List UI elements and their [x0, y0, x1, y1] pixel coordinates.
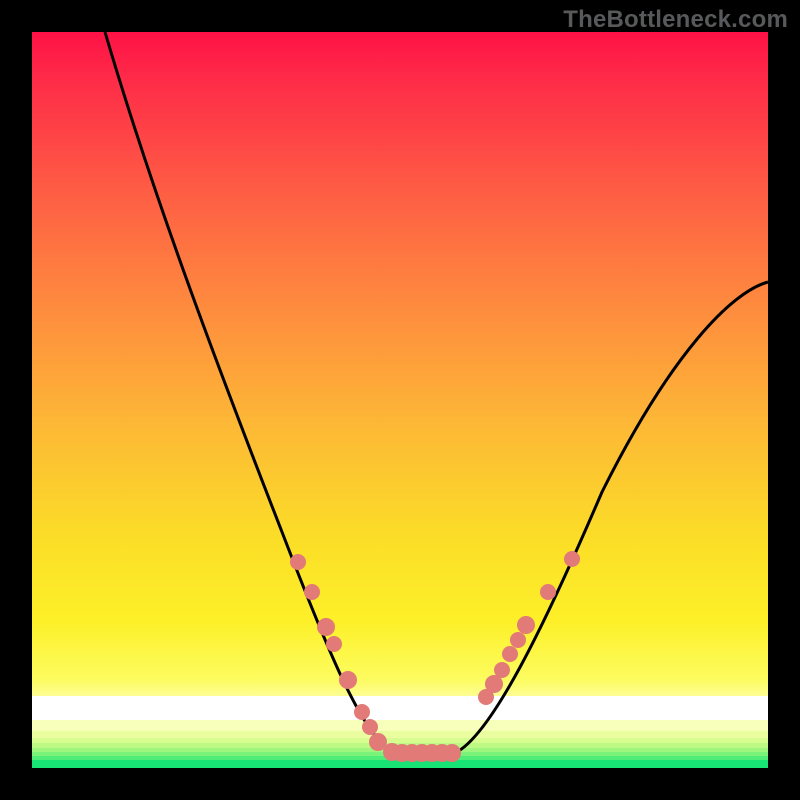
marker-dot [290, 554, 306, 570]
marker-dot [354, 704, 370, 720]
watermark-text: TheBottleneck.com [563, 6, 788, 34]
marker-dot [443, 744, 461, 762]
marker-dot [339, 671, 357, 689]
curve-layer [32, 32, 768, 768]
marker-dot [517, 616, 535, 634]
marker-dot [494, 662, 510, 678]
marker-dot [362, 719, 378, 735]
bottleneck-curve [105, 32, 768, 752]
marker-dot [502, 646, 518, 662]
marker-dot [326, 636, 342, 652]
marker-dot [317, 618, 335, 636]
marker-dot [564, 551, 580, 567]
chart-frame: TheBottleneck.com [0, 0, 800, 800]
marker-dot [540, 584, 556, 600]
marker-dot [510, 632, 526, 648]
marker-dot [304, 584, 320, 600]
